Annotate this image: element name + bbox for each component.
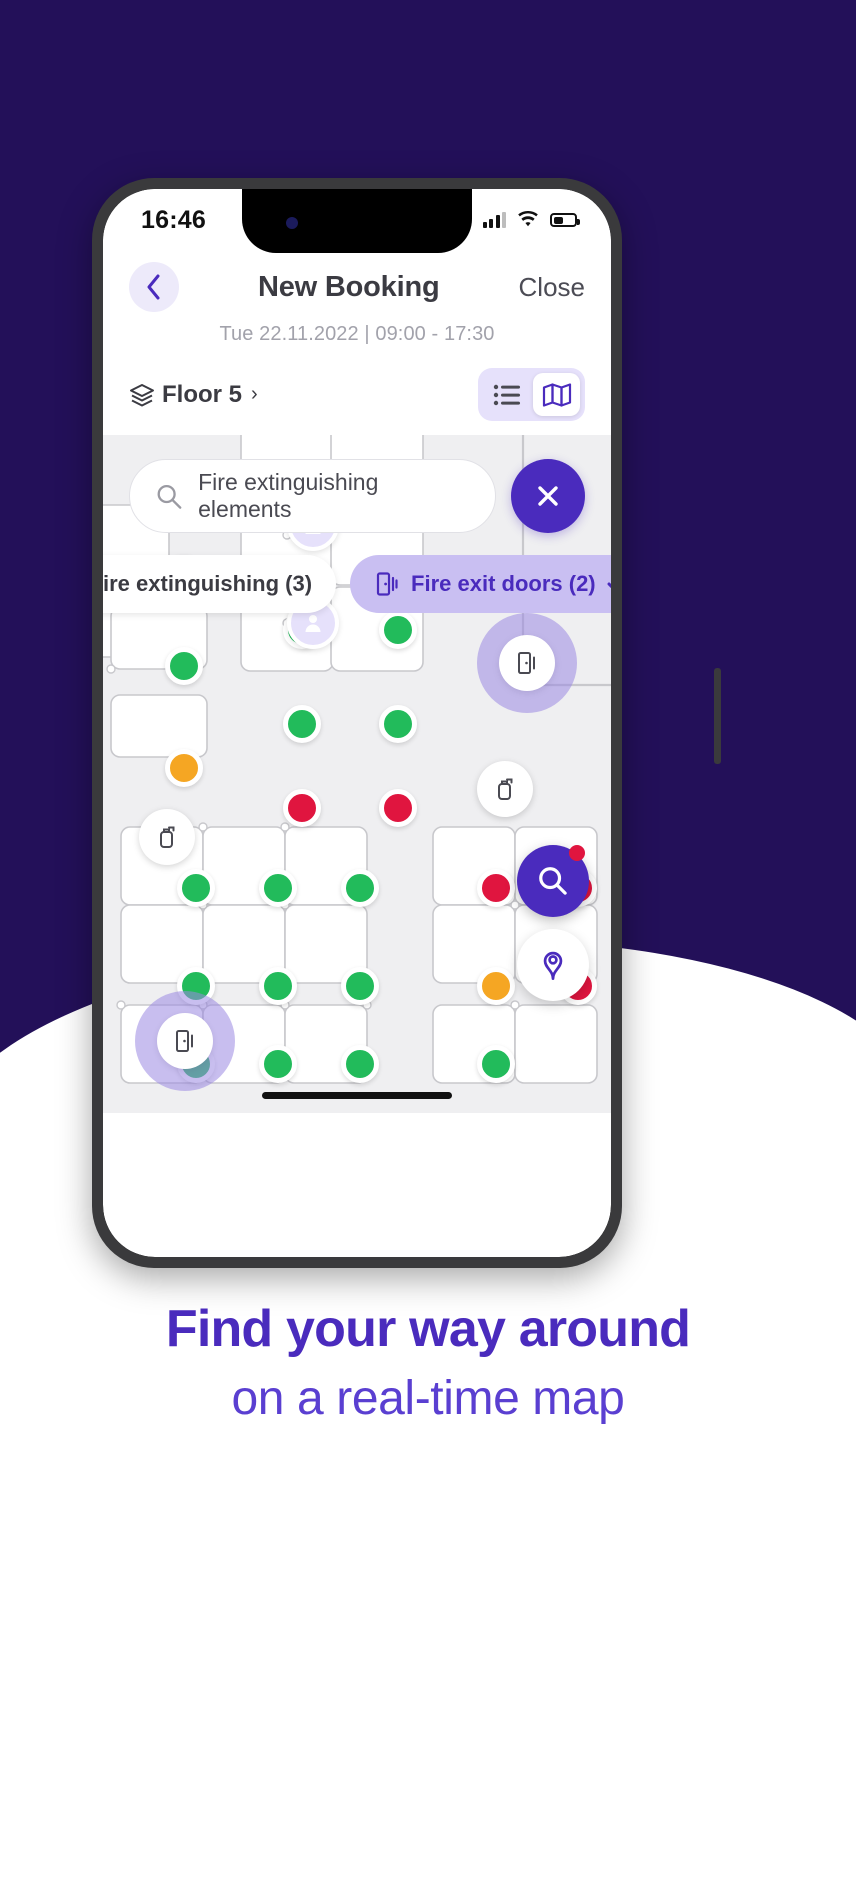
- poi-fire-exit-door[interactable]: [157, 1013, 213, 1069]
- fire-extinguisher-icon: [498, 778, 513, 800]
- location-pin-icon: [543, 951, 563, 980]
- back-button[interactable]: [129, 262, 179, 312]
- filter-chip-label: Fire exit doors (2): [411, 571, 596, 596]
- floor-row: Floor 5 ›: [129, 346, 585, 435]
- search-input-value: Fire extinguishing elements: [198, 469, 379, 522]
- desk-marker[interactable]: [477, 967, 515, 1005]
- check-icon: [607, 582, 611, 589]
- status-clock: 16:46: [141, 205, 206, 234]
- map-view-icon: [542, 382, 571, 407]
- close-button[interactable]: Close: [519, 272, 585, 303]
- desk-marker[interactable]: [341, 1045, 379, 1083]
- fire-extinguisher-icon: [160, 826, 175, 848]
- chevron-left-icon: [147, 274, 160, 300]
- search-icon: [157, 484, 182, 509]
- desk-marker[interactable]: [259, 967, 297, 1005]
- view-toggle-list[interactable]: [483, 373, 530, 416]
- phone-frame: 16:46 New Booking Close Tue 22.11.2022 |…: [92, 178, 721, 1268]
- phone-inner-bezel: 16:46 New Booking Close Tue 22.11.2022 |…: [103, 189, 611, 1257]
- view-toggle-group: [478, 368, 585, 421]
- cellular-signal-icon: [482, 212, 506, 228]
- floor-map[interactable]: Fire extinguishing elements ire extingui…: [103, 435, 611, 1113]
- desk-marker[interactable]: [259, 869, 297, 907]
- desk-marker[interactable]: [341, 967, 379, 1005]
- layers-icon: [130, 383, 154, 406]
- phone-power-button: [714, 668, 721, 764]
- desk-marker[interactable]: [341, 869, 379, 907]
- headline-line-1: Find your way around: [165, 1300, 691, 1358]
- filter-chip-fire-extinguishing[interactable]: ire extinguishing (3): [103, 555, 337, 613]
- desk-marker[interactable]: [177, 869, 215, 907]
- notification-badge: [569, 845, 585, 861]
- desk-marker[interactable]: [177, 967, 215, 1005]
- booking-date-range: Tue 22.11.2022 | 09:00 - 17:30: [219, 323, 495, 345]
- fire-exit-door-icon: [176, 1030, 193, 1052]
- view-toggle-map[interactable]: [533, 373, 580, 416]
- desk-marker[interactable]: [379, 611, 417, 649]
- poi-fire-exit-door[interactable]: [499, 635, 555, 691]
- fire-exit-door-icon: [518, 652, 535, 674]
- map-locate-fab[interactable]: [517, 929, 589, 1001]
- desk-marker[interactable]: [477, 869, 515, 907]
- filter-chip-fire-exit-doors[interactable]: Fire exit doors (2): [350, 555, 611, 613]
- desk-marker[interactable]: [259, 1045, 297, 1083]
- battery-icon: [550, 213, 580, 227]
- poi-fire-extinguisher[interactable]: [139, 809, 195, 865]
- search-bar-row: Fire extinguishing elements: [103, 459, 611, 533]
- home-indicator: [262, 1092, 452, 1099]
- fire-exit-door-icon: [376, 572, 398, 596]
- page-title: New Booking: [258, 270, 440, 303]
- chevron-right-icon: ›: [251, 383, 258, 405]
- desk-marker[interactable]: [283, 705, 321, 743]
- close-x-icon: [538, 486, 558, 506]
- desk-marker[interactable]: [165, 647, 203, 685]
- desk-marker[interactable]: [477, 1045, 515, 1083]
- list-view-icon: [493, 384, 520, 405]
- front-camera-dot: [286, 217, 298, 229]
- header-row: New Booking Close: [129, 257, 585, 317]
- desk-marker[interactable]: [283, 789, 321, 827]
- headline-line-2: on a real-time map: [231, 1371, 625, 1425]
- phone-notch: [242, 189, 472, 253]
- poi-fire-extinguisher[interactable]: [477, 761, 533, 817]
- app-header: New Booking Close Tue 22.11.2022 | 09:00…: [103, 251, 611, 435]
- floor-label: Floor 5: [162, 380, 243, 408]
- desk-marker[interactable]: [379, 789, 417, 827]
- person-icon: [305, 615, 321, 632]
- desk-marker[interactable]: [379, 705, 417, 743]
- map-search-fab[interactable]: [517, 845, 589, 917]
- floor-selector[interactable]: Floor 5 ›: [129, 381, 258, 409]
- filter-chip-row: ire extinguishing (3) Fire exit doors (2…: [103, 555, 611, 613]
- filter-chip-label: ire extinguishing (3): [103, 571, 313, 596]
- status-indicators: [482, 211, 580, 229]
- search-input[interactable]: Fire extinguishing elements: [129, 459, 496, 533]
- search-icon: [539, 867, 567, 895]
- wifi-icon: [518, 211, 538, 227]
- phone-screen: 16:46 New Booking Close Tue 22.11.2022 |…: [103, 189, 611, 1257]
- marketing-headline: Find your way around on a real-time map: [0, 1300, 856, 1430]
- search-clear-button[interactable]: [511, 459, 585, 533]
- desk-marker[interactable]: [165, 749, 203, 787]
